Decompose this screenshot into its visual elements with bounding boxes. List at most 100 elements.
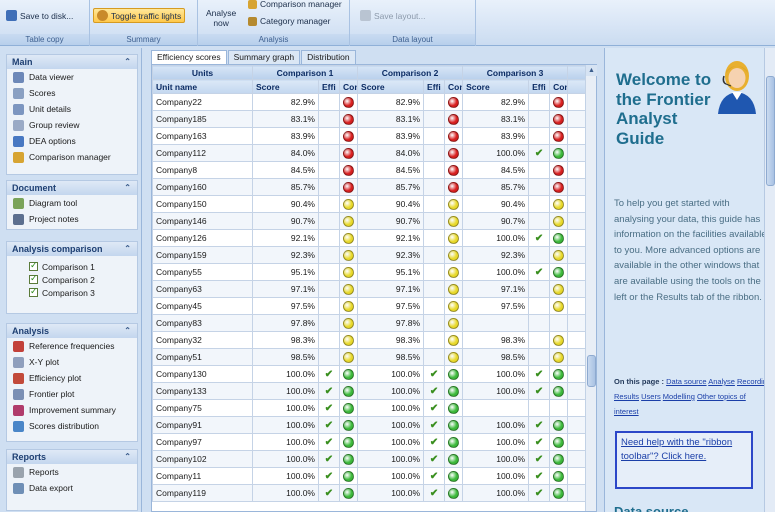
nav-item-xy-plot[interactable]: X-Y plot — [7, 354, 137, 370]
table-row[interactable]: Company91 100.0% ✔ 100.0% ✔ 100.0% ✔ — [152, 416, 596, 434]
table-row[interactable]: Company97 100.0% ✔ 100.0% ✔ 100.0% ✔ — [152, 433, 596, 451]
table-row[interactable]: Company159 92.3% 92.3% 92.3% — [152, 246, 596, 264]
checkbox-checked-icon[interactable] — [29, 273, 38, 284]
ribbon-group-table-copy: Save to disk... Table copy — [0, 0, 90, 46]
main-section-header[interactable]: Main ⌃ — [7, 55, 137, 69]
col-score[interactable]: Score — [357, 79, 425, 94]
guide-scrollbar[interactable] — [764, 48, 775, 512]
comparison-2-checkbox[interactable]: Comparison 2 — [7, 273, 137, 286]
nav-item-frontier-plot[interactable]: Frontier plot — [7, 386, 137, 402]
nav-item-group-review[interactable]: Group review — [7, 117, 137, 133]
header-units[interactable]: Units — [152, 65, 253, 80]
table-row[interactable]: Company63 97.1% 97.1% 97.1% — [152, 280, 596, 298]
comparison-1-checkbox[interactable]: Comparison 1 — [7, 260, 137, 273]
table-row[interactable]: Company150 90.4% 90.4% 90.4% — [152, 195, 596, 213]
save-layout-button[interactable]: Save layout... — [360, 10, 426, 21]
header-comparison-1[interactable]: Comparison 1 — [251, 65, 359, 80]
scroll-up-icon[interactable]: ▲ — [586, 65, 597, 76]
table-row[interactable]: Company160 85.7% 85.7% 85.7% — [152, 178, 596, 196]
nav-item-improvement-summary[interactable]: Improvement summary — [7, 402, 137, 418]
link-data-source[interactable]: Data source — [666, 377, 706, 386]
nav-item-diagram-tool[interactable]: Diagram tool — [7, 195, 137, 211]
score-cell: 100.0% — [462, 433, 530, 451]
nav-item-scores-distribution[interactable]: Scores distribution — [7, 418, 137, 434]
col-con[interactable]: Con — [338, 79, 359, 94]
table-row[interactable]: Company55 95.1% 95.1% 100.0% ✔ — [152, 263, 596, 281]
nav-item-efficiency-plot[interactable]: Efficiency plot — [7, 370, 137, 386]
link-analyse[interactable]: Analyse — [708, 377, 735, 386]
analysis-section-header[interactable]: Analysis ⌃ — [7, 324, 137, 338]
scrollbar-thumb[interactable] — [766, 76, 775, 186]
nav-item-data-export[interactable]: Data export — [7, 480, 137, 496]
green-traffic-light-icon — [343, 368, 355, 380]
table-row[interactable]: Company130 100.0% ✔ 100.0% ✔ 100.0% ✔ — [152, 365, 596, 383]
tab-efficiency-scores[interactable]: Efficiency scores — [151, 50, 227, 64]
table-row[interactable]: Company32 98.3% 98.3% 98.3% — [152, 331, 596, 349]
yellow-traffic-light-icon — [553, 334, 565, 346]
link-modelling[interactable]: Modelling — [663, 392, 695, 401]
col-con[interactable]: Con — [549, 79, 569, 94]
table-row[interactable]: Company133 100.0% ✔ 100.0% ✔ 100.0% ✔ — [152, 382, 596, 400]
col-effi[interactable]: Effi — [318, 79, 340, 94]
collapse-icon[interactable]: ⌃ — [124, 450, 131, 464]
table-row[interactable]: Company185 83.1% 83.1% 83.1% — [152, 110, 596, 128]
table-row[interactable]: Company126 92.1% 92.1% 100.0% ✔ — [152, 229, 596, 247]
nav-item-dea-options[interactable]: DEA options — [7, 133, 137, 149]
ribbon-help-link[interactable]: Need help with the "ribbon toolbar"? Cli… — [621, 437, 732, 462]
checkbox-checked-icon[interactable] — [29, 260, 38, 271]
table-row[interactable]: Company11 100.0% ✔ 100.0% ✔ 100.0% ✔ — [152, 467, 596, 485]
col-con[interactable]: Con — [444, 79, 464, 94]
table-row[interactable]: Company119 100.0% ✔ 100.0% ✔ 100.0% ✔ — [152, 484, 596, 502]
tab-distribution[interactable]: Distribution — [301, 50, 356, 64]
scrollbar-thumb[interactable] — [587, 355, 596, 387]
collapse-icon[interactable]: ⌃ — [124, 55, 131, 69]
table-row[interactable]: Company8 84.5% 84.5% 84.5% — [152, 161, 596, 179]
table-row[interactable]: Company102 100.0% ✔ 100.0% ✔ 100.0% ✔ — [152, 450, 596, 468]
table-scrollbar[interactable]: ▲ — [585, 65, 597, 511]
save-to-disk-button[interactable]: Save to disk... — [6, 10, 73, 21]
traffic-light-cell — [549, 110, 569, 128]
nav-item-comparison-manager[interactable]: Comparison manager — [7, 149, 137, 165]
nav-item-reference-frequencies[interactable]: Reference frequencies — [7, 338, 137, 354]
nav-item-data-viewer[interactable]: Data viewer — [7, 69, 137, 85]
table-row[interactable]: Company83 97.8% 97.8% — [152, 314, 596, 332]
nav-item-reports[interactable]: Reports — [7, 464, 137, 480]
col-score[interactable]: Score — [252, 79, 319, 94]
checkbox-checked-icon[interactable] — [29, 286, 38, 297]
document-section-header[interactable]: Document ⌃ — [7, 181, 137, 195]
col-effi[interactable]: Effi — [528, 79, 551, 94]
table-row[interactable]: Company75 100.0% ✔ 100.0% ✔ — [152, 399, 596, 417]
tab-summary-graph[interactable]: Summary graph — [227, 50, 301, 64]
table-row[interactable]: Company45 97.5% 97.5% 97.5% — [152, 297, 596, 315]
table-row[interactable]: Company51 98.5% 98.5% 98.5% — [152, 348, 596, 366]
analysis-comparison-section-header[interactable]: Analysis comparison ⌃ — [7, 242, 137, 256]
col-score[interactable]: Score — [462, 79, 530, 94]
comparison-manager-button[interactable]: Comparison manager — [248, 0, 342, 9]
table-row[interactable]: Company112 84.0% 84.0% 100.0% ✔ — [152, 144, 596, 162]
unit-name-cell: Company160 — [152, 178, 253, 196]
table-row[interactable]: Company163 83.9% 83.9% 83.9% — [152, 127, 596, 145]
category-manager-button[interactable]: Category manager — [248, 16, 330, 26]
unit-name-cell: Company133 — [152, 382, 253, 400]
score-cell: 90.4% — [462, 195, 530, 213]
table-row[interactable]: Company146 90.7% 90.7% 90.7% — [152, 212, 596, 230]
nav-item-unit-details[interactable]: Unit details — [7, 101, 137, 117]
yellow-traffic-light-icon — [553, 249, 565, 261]
collapse-icon[interactable]: ⌃ — [124, 324, 131, 338]
nav-item-project-notes[interactable]: Project notes — [7, 211, 137, 227]
document-section: Document ⌃ Diagram tool Project notes — [6, 180, 138, 230]
link-results[interactable]: Results — [614, 392, 639, 401]
toggle-traffic-lights-button[interactable]: Toggle traffic lights — [93, 8, 186, 23]
collapse-icon[interactable]: ⌃ — [124, 181, 131, 195]
reports-section-header[interactable]: Reports ⌃ — [7, 450, 137, 464]
table-row[interactable]: Company22 82.9% 82.9% 82.9% — [152, 93, 596, 111]
col-unit-name[interactable]: Unit name — [152, 79, 253, 94]
header-comparison-2[interactable]: Comparison 2 — [357, 65, 464, 80]
header-comparison-3[interactable]: Comparison 3 — [462, 65, 569, 80]
collapse-icon[interactable]: ⌃ — [124, 242, 131, 256]
link-users[interactable]: Users — [641, 392, 661, 401]
col-effi[interactable]: Effi — [423, 79, 446, 94]
nav-item-scores[interactable]: Scores — [7, 85, 137, 101]
comparison-3-checkbox[interactable]: Comparison 3 — [7, 286, 137, 299]
analyse-now-button[interactable]: Analyse now — [206, 8, 236, 28]
